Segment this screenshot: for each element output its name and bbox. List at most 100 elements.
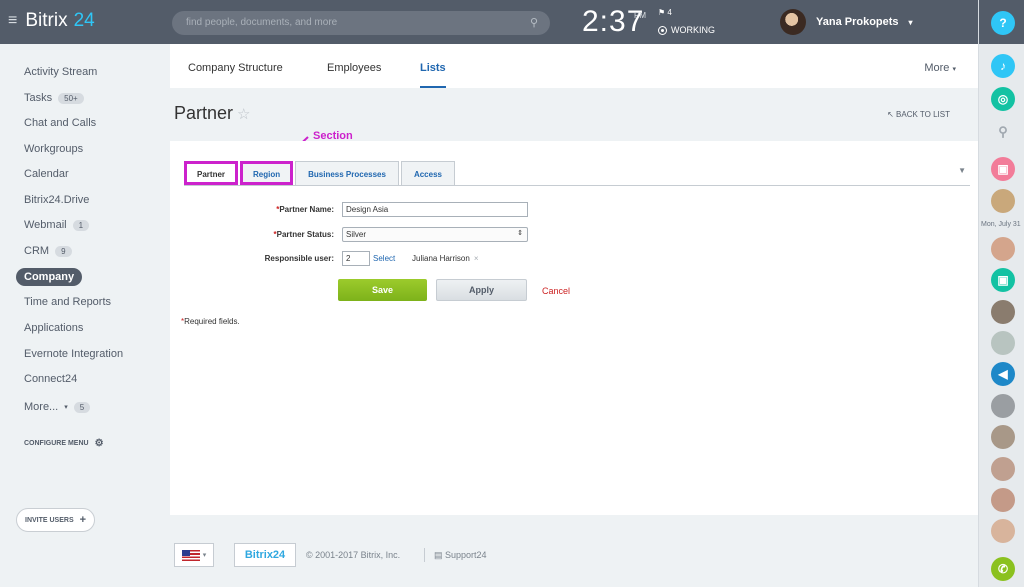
sidebar-item-workgroups[interactable]: Workgroups (24, 143, 83, 155)
tab-employees[interactable]: Employees (327, 62, 381, 74)
chevron-down-icon: ▾ (64, 404, 68, 411)
chevron-down-icon: ▾ (908, 17, 913, 27)
responsible-user-label: Responsible user: (264, 254, 334, 263)
lock-icon[interactable]: ▣ (991, 157, 1015, 181)
avatar (780, 9, 806, 35)
avatar[interactable] (991, 425, 1015, 449)
back-arrow-icon: ↖ (887, 110, 894, 119)
support-link[interactable]: ▤ Support24 (434, 550, 487, 561)
sidebar-item-label: Calendar (24, 168, 69, 180)
search-input[interactable]: find people, documents, and more ⚲ (172, 11, 550, 35)
responsible-user-id-field[interactable]: 2 (342, 251, 370, 266)
avatar[interactable] (991, 237, 1015, 261)
count-badge: 9 (55, 245, 72, 257)
user-name: Yana Prokopets (816, 16, 899, 28)
required-fields-text: Required fields. (184, 317, 240, 326)
partner-status-label: Partner Status: (276, 230, 334, 239)
partner-status-select[interactable]: Silver ⇕ (342, 227, 528, 242)
user-menu[interactable]: Yana Prokopets ▾ (780, 9, 913, 35)
sidebar-item-label: Activity Stream (24, 66, 98, 78)
form-tab-access[interactable]: Access (400, 161, 455, 185)
logo-number: 24 (73, 10, 95, 31)
form-tab-partner[interactable]: Partner (184, 161, 239, 185)
sidebar-item-drive[interactable]: Bitrix24.Drive (24, 194, 89, 206)
cancel-link[interactable]: Cancel (542, 286, 570, 296)
sidebar-item-calendar[interactable]: Calendar (24, 168, 69, 180)
menu-icon[interactable]: ≡ (8, 12, 17, 30)
back-to-list-link[interactable]: ↖ BACK TO LIST (887, 110, 950, 119)
search-icon[interactable]: ⚲ (991, 120, 1015, 144)
chevron-down-icon: ▾ (952, 66, 956, 73)
sidebar-item-company[interactable]: Company (16, 268, 83, 286)
tab-lists[interactable]: Lists (420, 62, 446, 88)
language-selector[interactable]: ▾ (174, 543, 214, 567)
avatar[interactable] (991, 331, 1015, 355)
collapse-icon[interactable]: ▼ (958, 166, 966, 175)
tab-company-structure[interactable]: Company Structure (188, 62, 283, 74)
invite-users-button[interactable]: INVITE USERS + (16, 508, 96, 532)
support-label: Support24 (445, 550, 487, 560)
sidebar-item-tasks[interactable]: Tasks 50+ (24, 92, 84, 104)
avatar[interactable] (991, 519, 1015, 543)
partner-status-row: *Partner Status: Silver ⇕ (170, 227, 770, 245)
responsible-user-row: Responsible user: 2 Select Juliana Harri… (170, 251, 770, 269)
sidebar-item-applications[interactable]: Applications (24, 322, 83, 334)
invite-users-label: INVITE USERS (25, 516, 74, 524)
sidebar-item-webmail[interactable]: Webmail 1 (24, 219, 90, 231)
lock-icon[interactable]: ▣ (991, 268, 1015, 292)
more-menu[interactable]: More ▾ (924, 62, 956, 74)
notifications-icon[interactable]: ♪ (991, 54, 1015, 78)
field-label: *Partner Status: (273, 230, 334, 239)
megaphone-icon[interactable]: ◀ (991, 362, 1015, 386)
avatar[interactable] (991, 300, 1015, 324)
avatar[interactable] (991, 189, 1015, 213)
help-button[interactable]: ? (991, 11, 1015, 35)
sidebar-item-chat[interactable]: Chat and Calls (24, 117, 96, 129)
more-label: More (924, 62, 950, 74)
clock-ampm: PM (634, 11, 646, 20)
sidebar-item-connect24[interactable]: Connect24 (24, 373, 77, 385)
app-logo[interactable]: ≡ Bitrix 24 (8, 10, 95, 32)
configure-menu-label: CONFIGURE MENU (24, 440, 89, 447)
flag-counter[interactable]: ⚑ 4 (658, 8, 672, 17)
responsible-user-name-text: Juliana Harrison (412, 254, 470, 263)
sidebar-item-label: More... (24, 401, 59, 413)
configure-menu-button[interactable]: CONFIGURE MENU ⚙ (24, 438, 104, 449)
clock-time: 2:37 (582, 5, 645, 38)
close-icon[interactable]: × (474, 254, 479, 263)
form-tab-business-processes[interactable]: Business Processes (295, 161, 399, 185)
back-to-list-label: BACK TO LIST (896, 110, 950, 119)
sidebar-item-time-reports[interactable]: Time and Reports (24, 296, 111, 308)
top-tabs: Company Structure Employees Lists More ▾ (170, 44, 978, 88)
record-icon (658, 25, 667, 35)
top-header: ≡ Bitrix 24 find people, documents, and … (0, 0, 978, 44)
phone-icon[interactable]: ✆ (991, 557, 1015, 581)
sidebar-item-crm[interactable]: CRM 9 (24, 245, 72, 257)
sidebar-item-label: Tasks (24, 92, 53, 104)
work-status[interactable]: WORKING (658, 25, 715, 35)
partner-name-row: *Partner Name: (170, 202, 770, 220)
avatar[interactable] (991, 457, 1015, 481)
responsible-user-name: Juliana Harrison × (412, 254, 478, 263)
star-icon[interactable]: ☆ (237, 106, 250, 123)
sidebar-item-evernote[interactable]: Evernote Integration (24, 348, 123, 360)
count-badge: 50+ (58, 92, 84, 104)
apply-button[interactable]: Apply (436, 279, 527, 301)
divider (424, 548, 425, 562)
sidebar-item-label: CRM (24, 245, 50, 257)
partner-name-field[interactable] (342, 202, 528, 217)
avatar[interactable] (991, 394, 1015, 418)
sidebar-item-more[interactable]: More... ▾ 5 (24, 401, 91, 413)
edit-form-card: Partner Region Business Processes Access… (170, 141, 978, 515)
sidebar-item-activity-stream[interactable]: Activity Stream (24, 66, 97, 78)
bitrix24-footer-logo[interactable]: Bitrix24 (234, 543, 296, 567)
search-icon[interactable]: ⚲ (530, 16, 538, 29)
save-button[interactable]: Save (338, 279, 427, 301)
messenger-icon[interactable]: ◎ (991, 87, 1015, 111)
select-user-link[interactable]: Select (373, 254, 395, 263)
avatar[interactable] (991, 488, 1015, 512)
footer: ▾ Bitrix24 © 2001-2017 Bitrix, Inc. ▤ Su… (170, 540, 978, 570)
footer-logo-text: Bitrix24 (244, 549, 286, 561)
form-tab-region[interactable]: Region (240, 161, 294, 185)
divider (184, 185, 970, 186)
